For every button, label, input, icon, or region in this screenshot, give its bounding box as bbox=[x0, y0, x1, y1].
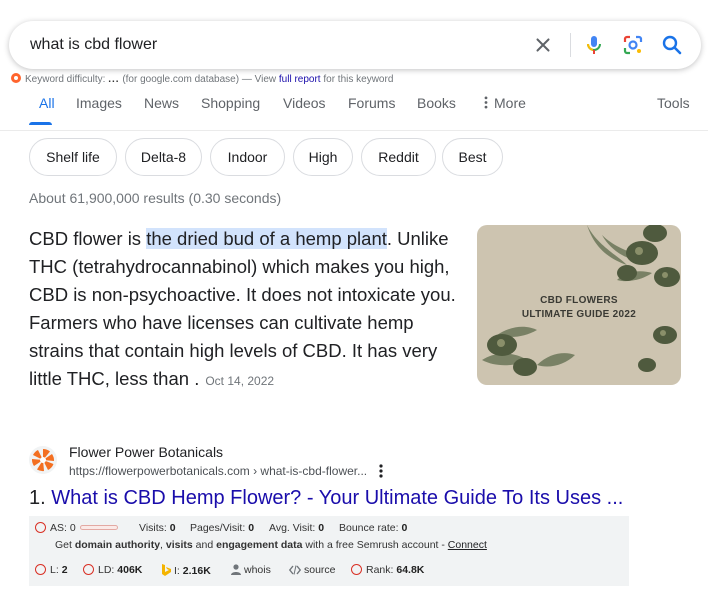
whois-link[interactable]: whois bbox=[231, 564, 271, 576]
visits-metric: Visits: 0 bbox=[139, 522, 176, 534]
tab-videos[interactable]: Videos bbox=[283, 95, 326, 111]
tab-more[interactable]: More bbox=[483, 95, 526, 111]
tabs-divider bbox=[0, 130, 708, 131]
snippet-image-subtitle: ULTIMATE GUIDE 2022 bbox=[521, 309, 637, 320]
result-title-link[interactable]: 1. What is CBD Hemp Flower? - Your Ultim… bbox=[29, 487, 623, 510]
keyword-difficulty-loading: ... bbox=[108, 74, 120, 85]
search-icon[interactable] bbox=[660, 33, 684, 57]
result-site-name[interactable]: Flower Power Botanicals bbox=[69, 444, 223, 460]
keyword-difficulty-bar: Keyword difficulty: ... (for google.com … bbox=[10, 72, 393, 85]
full-report-link[interactable]: full report bbox=[279, 74, 321, 85]
bing-icon bbox=[162, 564, 171, 576]
rank-circle-icon bbox=[351, 564, 362, 575]
search-divider bbox=[570, 33, 571, 57]
snippet-image[interactable]: CBD FLOWERS ULTIMATE GUIDE 2022 bbox=[477, 225, 681, 385]
tab-news[interactable]: News bbox=[144, 95, 179, 111]
semrush-metrics-box: AS: 0 Visits: 0 Pages/Visit: 0 Avg. Visi… bbox=[29, 516, 629, 586]
tab-images[interactable]: Images bbox=[76, 95, 122, 111]
chip-delta-8[interactable]: Delta-8 bbox=[125, 138, 202, 176]
linking-domains-circle-icon bbox=[83, 564, 94, 575]
authority-score-value: 0 bbox=[69, 522, 76, 534]
tab-shopping[interactable]: Shopping bbox=[201, 95, 260, 111]
authority-circle-icon bbox=[35, 522, 46, 533]
code-icon bbox=[289, 565, 301, 575]
chip-high[interactable]: High bbox=[293, 138, 353, 176]
snippet-image-title: CBD FLOWERS bbox=[540, 295, 618, 306]
person-icon bbox=[231, 564, 241, 575]
search-bar: what is cbd flower bbox=[9, 21, 701, 69]
featured-snippet: CBD flower is the dried bud of a hemp pl… bbox=[29, 225, 459, 395]
microphone-icon[interactable] bbox=[582, 33, 606, 57]
tab-books[interactable]: Books bbox=[417, 95, 456, 111]
bounce-rate-metric: Bounce rate: 0 bbox=[339, 522, 408, 534]
keyword-database-note: (for google.com database) — View bbox=[122, 74, 277, 85]
clear-icon[interactable] bbox=[532, 34, 554, 56]
authority-score-bar bbox=[79, 525, 118, 530]
google-lens-icon[interactable] bbox=[621, 33, 645, 57]
keyword-difficulty-label: Keyword difficulty: bbox=[25, 74, 106, 85]
snippet-highlight: the dried bud of a hemp plant bbox=[146, 228, 387, 249]
avg-visit-metric: Avg. Visit: 0 bbox=[269, 522, 325, 534]
chip-best[interactable]: Best bbox=[442, 138, 503, 176]
more-vert-icon bbox=[484, 96, 488, 109]
result-more-options-icon[interactable] bbox=[376, 463, 386, 479]
search-input[interactable]: what is cbd flower bbox=[30, 36, 157, 54]
links-circle-icon bbox=[35, 564, 46, 575]
authority-score-label: AS: bbox=[50, 522, 67, 534]
rank-metric[interactable]: Rank: 64.8K bbox=[351, 564, 424, 576]
tab-all[interactable]: All bbox=[39, 95, 55, 111]
links-metric[interactable]: L: 2 bbox=[35, 564, 68, 576]
semrush-logo-icon bbox=[11, 73, 21, 83]
active-tab-indicator bbox=[29, 122, 52, 125]
keyword-suffix: for this keyword bbox=[323, 74, 394, 85]
linking-domains-metric[interactable]: LD: 406K bbox=[83, 564, 142, 576]
site-favicon-icon[interactable] bbox=[29, 446, 57, 474]
semrush-promo: Get domain authority, visits and engagem… bbox=[55, 539, 487, 551]
search-tabs: All Images News Shopping Videos Forums B… bbox=[0, 95, 708, 125]
snippet-text-after: . Unlike THC (tetrahydrocannabinol) whic… bbox=[29, 228, 456, 389]
authority-score: AS: 0 bbox=[35, 522, 122, 534]
snippet-date: Oct 14, 2022 bbox=[205, 374, 275, 388]
semrush-connect-link[interactable]: Connect bbox=[448, 539, 487, 551]
tab-more-label: More bbox=[494, 95, 526, 111]
result-title-text: What is CBD Hemp Flower? - Your Ultimate… bbox=[51, 487, 624, 509]
result-stats: About 61,900,000 results (0.30 seconds) bbox=[29, 190, 282, 206]
source-link[interactable]: source bbox=[289, 564, 336, 576]
indexed-metric[interactable]: I: 2.16K bbox=[161, 564, 211, 577]
chip-indoor[interactable]: Indoor bbox=[210, 138, 285, 176]
tools-button[interactable]: Tools bbox=[657, 95, 690, 111]
result-url[interactable]: https://flowerpowerbotanicals.com › what… bbox=[69, 464, 367, 478]
tab-forums[interactable]: Forums bbox=[348, 95, 395, 111]
chip-reddit[interactable]: Reddit bbox=[361, 138, 436, 176]
pages-per-visit-metric: Pages/Visit: 0 bbox=[190, 522, 255, 534]
result-number: 1. bbox=[29, 487, 46, 509]
chip-shelf-life[interactable]: Shelf life bbox=[29, 138, 117, 176]
snippet-text-before: CBD flower is bbox=[29, 228, 147, 249]
